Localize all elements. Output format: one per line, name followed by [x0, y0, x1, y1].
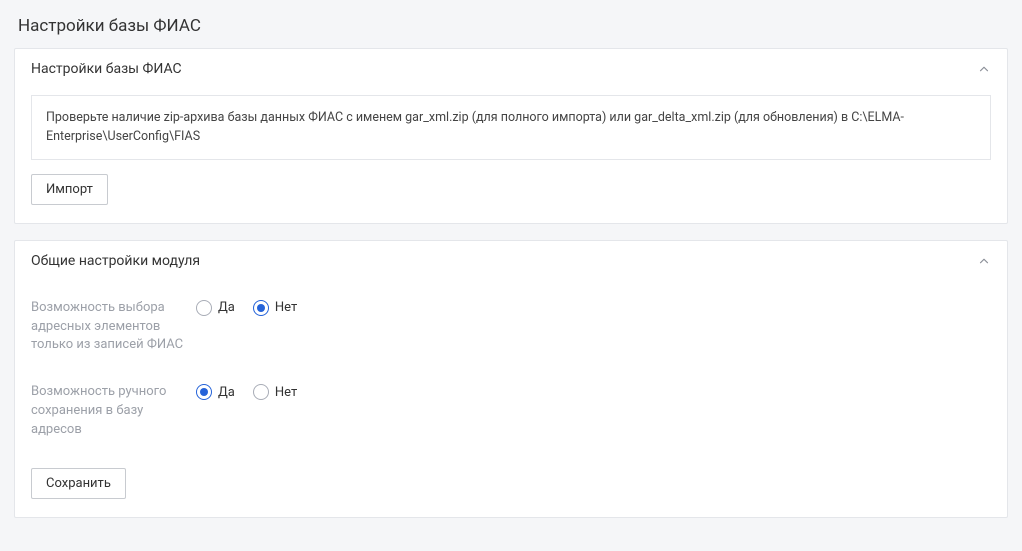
module-settings-panel-header[interactable]: Общие настройки модуля: [15, 241, 1007, 281]
module-settings-panel-title: Общие настройки модуля: [31, 253, 200, 269]
radio-label: Да: [218, 385, 235, 400]
radio-icon: [253, 384, 269, 400]
radio-icon-checked: [253, 300, 269, 316]
fias-settings-panel-title: Настройки базы ФИАС: [31, 61, 182, 77]
fias-settings-panel-header[interactable]: Настройки базы ФИАС: [15, 49, 1007, 89]
setting-manual-save: Возможность ручного сохранения в базу ад…: [31, 383, 991, 440]
page-title: Настройки базы ФИАС: [14, 12, 1008, 48]
module-settings-panel: Общие настройки модуля Возможность выбор…: [14, 240, 1008, 518]
import-button[interactable]: Импорт: [31, 174, 108, 205]
radio-yes[interactable]: Да: [196, 384, 235, 400]
radio-label: Да: [218, 300, 235, 315]
radio-group: Да Нет: [196, 299, 297, 316]
radio-icon: [196, 300, 212, 316]
info-box: Проверьте наличие zip-архива базы данных…: [31, 95, 991, 160]
chevron-up-icon: [977, 62, 991, 76]
setting-fias-only-records: Возможность выбора адресных элементов то…: [31, 299, 991, 356]
fias-settings-panel: Настройки базы ФИАС Проверьте наличие zi…: [14, 48, 1008, 224]
radio-label: Нет: [275, 300, 297, 315]
radio-no[interactable]: Нет: [253, 300, 297, 316]
radio-label: Нет: [275, 385, 297, 400]
save-button[interactable]: Сохранить: [31, 468, 126, 499]
setting-label: Возможность ручного сохранения в базу ад…: [31, 383, 196, 440]
radio-icon-checked: [196, 384, 212, 400]
radio-no[interactable]: Нет: [253, 384, 297, 400]
radio-group: Да Нет: [196, 383, 297, 400]
chevron-up-icon: [977, 254, 991, 268]
setting-label: Возможность выбора адресных элементов то…: [31, 299, 196, 356]
radio-yes[interactable]: Да: [196, 300, 235, 316]
